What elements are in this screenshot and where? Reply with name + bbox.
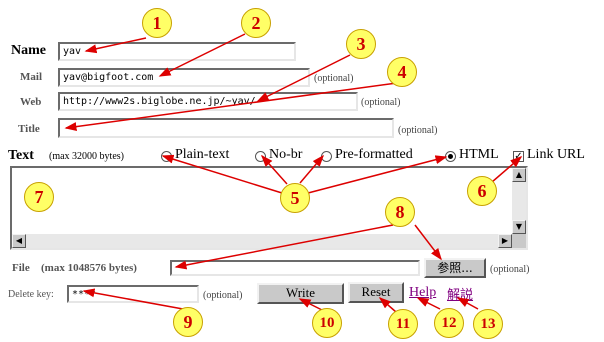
mail-input[interactable]: yav@bigfoot.com <box>58 68 310 87</box>
delete-key-input[interactable]: **** <box>67 285 199 303</box>
text-area[interactable]: ▲ ▼ ◀ ▶ <box>10 166 528 250</box>
horizontal-scrollbar[interactable]: ◀ ▶ <box>12 234 512 248</box>
callout-7: 7 <box>24 182 54 212</box>
callout-9: 9 <box>173 307 203 337</box>
scroll-corner <box>512 234 526 248</box>
delete-key-optional-note: (optional) <box>203 290 243 301</box>
callout-11: 11 <box>388 309 418 339</box>
link-url-checkbox[interactable]: ✓ <box>513 151 524 162</box>
web-input[interactable]: http://www2s.biglobe.ne.jp/~yav/ <box>58 92 358 111</box>
callout-4: 4 <box>387 57 417 87</box>
scroll-right-icon[interactable]: ▶ <box>498 234 512 248</box>
text-limit-note: (max 32000 bytes) <box>49 151 124 162</box>
callout-3: 3 <box>346 29 376 59</box>
file-limit-note: (max 1048576 bytes) <box>41 262 137 274</box>
name-input[interactable]: yav <box>58 42 296 61</box>
file-optional-note: (optional) <box>490 264 530 275</box>
name-label: Name <box>11 43 46 58</box>
scroll-left-icon[interactable]: ◀ <box>12 234 26 248</box>
callout-6: 6 <box>467 176 497 206</box>
web-label: Web <box>20 96 42 108</box>
pre-formatted-label: Pre-formatted <box>335 147 413 162</box>
link-url-label: Link URL <box>527 147 585 162</box>
mail-label: Mail <box>20 71 42 83</box>
no-br-radio[interactable] <box>255 151 266 162</box>
html-radio[interactable] <box>445 151 456 162</box>
kaisetsu-link[interactable]: 解説 <box>447 284 473 303</box>
callout-5: 5 <box>280 183 310 213</box>
help-link[interactable]: Help <box>409 285 436 301</box>
callout-13: 13 <box>473 309 503 339</box>
callout-8: 8 <box>385 197 415 227</box>
plain-text-label: Plain-text <box>175 147 230 162</box>
html-label: HTML <box>459 147 499 162</box>
callout-2: 2 <box>241 8 271 38</box>
delete-key-label: Delete key: <box>8 289 54 300</box>
title-input[interactable] <box>58 118 394 138</box>
no-br-label: No-br <box>269 147 303 162</box>
file-input[interactable] <box>170 260 420 276</box>
web-optional-note: (optional) <box>361 97 401 108</box>
write-button[interactable]: Write <box>257 283 344 304</box>
text-label: Text <box>8 148 34 163</box>
reset-button[interactable]: Reset <box>348 282 404 303</box>
callout-10: 10 <box>312 308 342 338</box>
browse-button[interactable]: 参照... <box>424 258 486 278</box>
callout-12: 12 <box>434 308 464 338</box>
file-label: File <box>12 262 30 274</box>
callout-1: 1 <box>142 8 172 38</box>
title-optional-note: (optional) <box>398 125 438 136</box>
pre-formatted-radio[interactable] <box>321 151 332 162</box>
title-label: Title <box>18 123 40 135</box>
scroll-up-icon[interactable]: ▲ <box>512 168 526 182</box>
vertical-scrollbar[interactable]: ▲ ▼ <box>512 168 526 234</box>
mail-optional-note: (optional) <box>314 73 354 84</box>
plain-text-radio[interactable] <box>161 151 172 162</box>
scroll-down-icon[interactable]: ▼ <box>512 220 526 234</box>
